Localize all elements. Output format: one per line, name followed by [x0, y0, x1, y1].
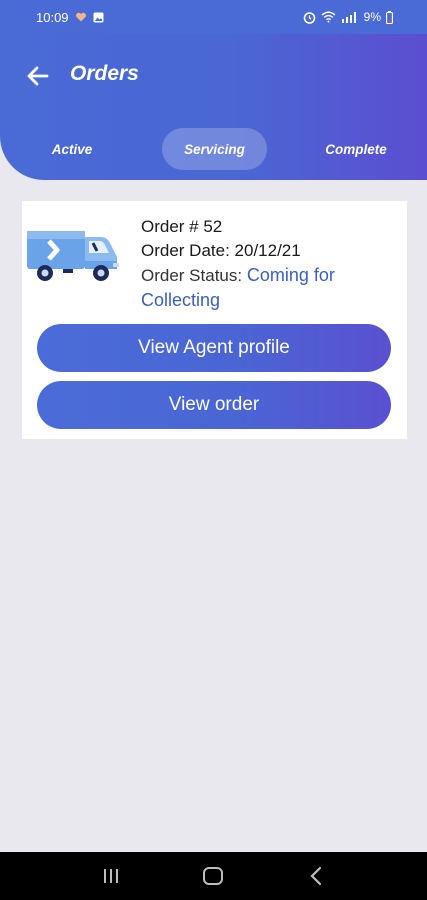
order-info: Order # 52 Order Date: 20/12/21 Order St…	[141, 215, 401, 313]
battery-icon	[386, 10, 393, 24]
battery-percent: 9%	[363, 10, 381, 24]
home-icon	[203, 867, 224, 885]
alarm-icon	[303, 11, 316, 24]
status-time: 10:09	[36, 9, 69, 25]
tab-complete[interactable]: Complete	[310, 128, 402, 170]
order-number: Order # 52	[141, 217, 223, 236]
image-notification-icon	[93, 12, 104, 23]
back-icon	[310, 866, 321, 886]
order-status-label: Order Status:	[141, 266, 243, 285]
order-tabs: Active Servicing Complete	[0, 128, 427, 170]
navigation-bar	[0, 852, 427, 900]
heart-notification-icon	[75, 11, 87, 23]
arrow-left-icon	[27, 66, 49, 86]
wifi-icon	[321, 11, 336, 23]
recent-apps-icon	[104, 869, 119, 883]
delivery-truck-icon	[25, 225, 123, 287]
recent-apps-button[interactable]	[91, 856, 131, 896]
order-date: Order Date: 20/12/21	[141, 239, 401, 263]
view-agent-profile-button[interactable]: View Agent profile	[37, 324, 391, 372]
signal-icon	[341, 11, 359, 23]
order-date-value: 20/12/21	[234, 241, 301, 260]
order-status: Order Status: Coming for Collecting	[141, 263, 401, 313]
order-date-label: Order Date:	[141, 241, 230, 260]
order-card: Order # 52 Order Date: 20/12/21 Order St…	[22, 201, 407, 439]
header: Orders Active Servicing Complete	[0, 34, 427, 180]
tab-servicing[interactable]: Servicing	[162, 128, 267, 170]
status-right: 9%	[303, 10, 393, 24]
back-button[interactable]	[24, 62, 52, 90]
status-bar: 10:09 9%	[0, 0, 427, 34]
home-button[interactable]	[193, 856, 233, 896]
view-order-button[interactable]: View order	[37, 381, 391, 429]
nav-back-button[interactable]	[296, 856, 336, 896]
status-left: 10:09	[36, 10, 104, 25]
tab-active[interactable]: Active	[30, 128, 114, 170]
page-title: Orders	[70, 62, 139, 85]
